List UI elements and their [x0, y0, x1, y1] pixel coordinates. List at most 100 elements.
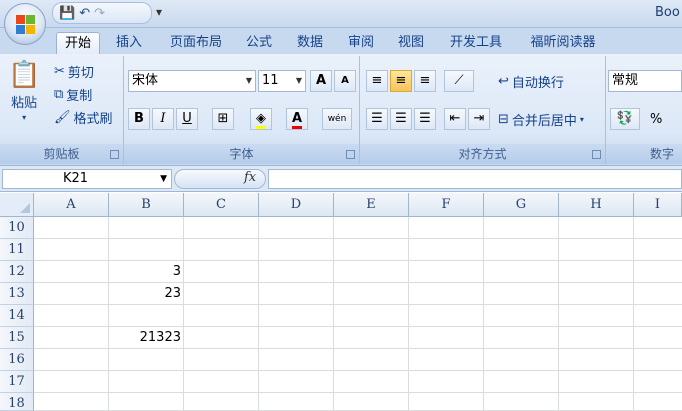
cell-b12[interactable]: 3: [109, 261, 184, 283]
fill-color-button[interactable]: ◈: [250, 108, 272, 130]
cell-b17[interactable]: [109, 371, 184, 393]
align-middle-icon: ≡: [395, 73, 407, 88]
cell-b10[interactable]: [109, 217, 184, 239]
merge-icon: ⊟: [498, 112, 509, 127]
undo-icon[interactable]: ↶: [79, 6, 90, 21]
align-center-icon: ☰: [395, 111, 407, 126]
customize-qat-button[interactable]: ▾: [156, 5, 162, 19]
ribbon: 📋 粘贴 ▾ ✂ 剪切 ⧉ 复制 🖌 格式刷 剪贴板 宋体 ▼ 11 ▼ A A B…: [0, 54, 682, 166]
formula-input[interactable]: [268, 169, 682, 189]
tab-insert[interactable]: 插入: [108, 32, 150, 54]
underline-button[interactable]: U: [176, 108, 198, 130]
paste-button[interactable]: 📋 粘贴 ▾: [8, 60, 40, 122]
tab-home[interactable]: 开始: [56, 32, 100, 54]
wrap-text-icon: ↩: [498, 74, 509, 89]
accounting-format-button[interactable]: 💱: [610, 108, 640, 130]
decrease-indent-button[interactable]: ⇤: [444, 108, 466, 130]
phonetic-button[interactable]: wén: [322, 108, 352, 130]
row-header[interactable]: 14: [0, 305, 34, 327]
font-color-button[interactable]: A: [286, 108, 308, 130]
ribbon-tab-bar: 开始 插入 页面布局 公式 数据 审阅 视图 开发工具 福昕阅读器: [0, 28, 682, 54]
table-row[interactable]: 23: [34, 283, 682, 305]
row-header[interactable]: 15: [0, 327, 34, 349]
column-header-d[interactable]: D: [259, 193, 334, 217]
align-middle-button[interactable]: ≡: [390, 70, 412, 92]
cut-button[interactable]: ✂ 剪切: [54, 62, 94, 81]
italic-button[interactable]: I: [152, 108, 174, 130]
align-left-button[interactable]: ☰: [366, 108, 388, 130]
office-button[interactable]: [4, 3, 46, 45]
align-top-icon: ≡: [371, 73, 383, 88]
name-box[interactable]: K21 ▼: [2, 169, 172, 189]
cell-b11[interactable]: [109, 239, 184, 261]
shrink-font-button[interactable]: A: [334, 70, 356, 92]
borders-icon: ⊞: [217, 111, 229, 126]
column-header-i[interactable]: I: [634, 193, 682, 217]
tab-developer[interactable]: 开发工具: [442, 32, 510, 54]
table-row[interactable]: 21323: [34, 327, 682, 349]
row-header[interactable]: 16: [0, 349, 34, 371]
table-row[interactable]: [34, 239, 682, 261]
column-header-e[interactable]: E: [334, 193, 409, 217]
copy-button[interactable]: ⧉ 复制: [54, 85, 92, 104]
redo-icon[interactable]: ↷: [94, 6, 105, 21]
orientation-icon: ⟋: [454, 73, 464, 88]
table-row[interactable]: [34, 305, 682, 327]
worksheet-grid[interactable]: A B C D E F G H I 10 11 12 3 13 23 14 15…: [0, 193, 682, 411]
align-bottom-icon: ≡: [419, 73, 431, 88]
table-row[interactable]: [34, 371, 682, 393]
table-row[interactable]: [34, 217, 682, 239]
cell-b13[interactable]: 23: [109, 283, 184, 305]
align-top-button[interactable]: ≡: [366, 70, 388, 92]
column-header-a[interactable]: A: [34, 193, 109, 217]
tab-formulas[interactable]: 公式: [240, 32, 278, 54]
number-format-select[interactable]: 常规: [608, 70, 682, 92]
row-header[interactable]: 18: [0, 393, 34, 411]
align-bottom-button[interactable]: ≡: [414, 70, 436, 92]
borders-button[interactable]: ⊞: [212, 108, 234, 130]
select-all-button[interactable]: [0, 193, 34, 217]
tab-data[interactable]: 数据: [290, 32, 330, 54]
row-header[interactable]: 12: [0, 261, 34, 283]
percent-button[interactable]: %: [650, 112, 662, 127]
wrap-text-button[interactable]: ↩ 自动换行: [498, 72, 564, 91]
cell-b18[interactable]: [109, 393, 184, 411]
column-header-c[interactable]: C: [184, 193, 259, 217]
row-header[interactable]: 13: [0, 283, 34, 305]
column-header-g[interactable]: G: [484, 193, 559, 217]
orientation-button[interactable]: ⟋: [444, 70, 474, 92]
save-icon[interactable]: 💾: [59, 6, 75, 21]
align-center-button[interactable]: ☰: [390, 108, 412, 130]
table-row[interactable]: 3: [34, 261, 682, 283]
cell-b15[interactable]: 21323: [109, 327, 184, 349]
row-header[interactable]: 11: [0, 239, 34, 261]
row-header[interactable]: 10: [0, 217, 34, 239]
increase-indent-button[interactable]: ⇥: [468, 108, 490, 130]
currency-icon: 💱: [616, 111, 634, 126]
cell-b16[interactable]: [109, 349, 184, 371]
font-launcher-icon[interactable]: [346, 150, 355, 159]
chevron-down-icon[interactable]: ▼: [160, 170, 167, 188]
align-right-button[interactable]: ☰: [414, 108, 436, 130]
grow-font-button[interactable]: A: [310, 70, 332, 92]
column-header-h[interactable]: H: [559, 193, 634, 217]
row-header[interactable]: 17: [0, 371, 34, 393]
tab-foxit-reader[interactable]: 福昕阅读器: [522, 32, 604, 54]
insert-function-icon[interactable]: fx: [244, 170, 256, 185]
tab-review[interactable]: 审阅: [342, 32, 380, 54]
table-row[interactable]: [34, 349, 682, 371]
bold-button[interactable]: B: [128, 108, 150, 130]
font-size-select[interactable]: 11 ▼: [258, 70, 306, 92]
tab-page-layout[interactable]: 页面布局: [160, 32, 232, 54]
table-row[interactable]: [34, 393, 682, 411]
cell-b14[interactable]: [109, 305, 184, 327]
align-right-icon: ☰: [419, 111, 431, 126]
font-name-select[interactable]: 宋体 ▼: [128, 70, 256, 92]
tab-view[interactable]: 视图: [392, 32, 430, 54]
column-header-f[interactable]: F: [409, 193, 484, 217]
column-header-b[interactable]: B: [109, 193, 184, 217]
merge-center-button[interactable]: ⊟ 合并后居中 ▾: [498, 110, 584, 129]
format-painter-button[interactable]: 🖌 格式刷: [54, 108, 113, 127]
clipboard-launcher-icon[interactable]: [110, 150, 119, 159]
alignment-launcher-icon[interactable]: [592, 150, 601, 159]
